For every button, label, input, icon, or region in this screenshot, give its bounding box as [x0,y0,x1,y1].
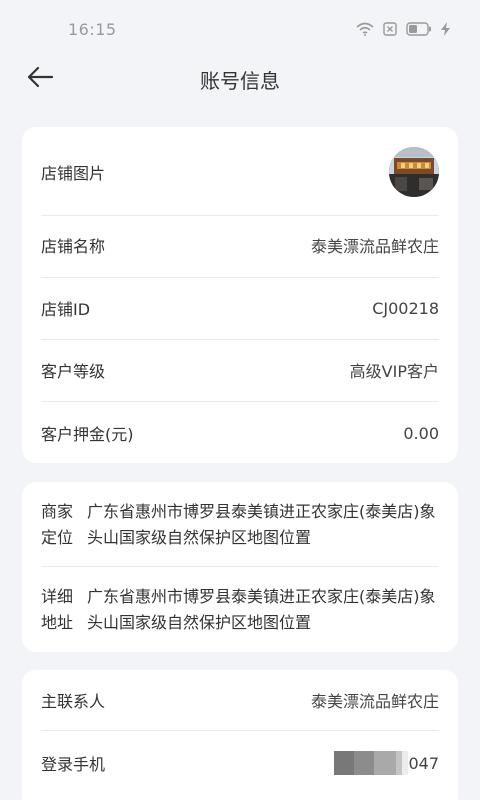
divider [41,277,439,278]
store-name-label: 店铺名称 [41,237,106,256]
store-id-label: 店铺ID [41,300,91,319]
phone-suffix: 047 [408,753,439,773]
detail-address-row[interactable]: 详细地址 广东省惠州市博罗县泰美镇进正农家庄(泰美店)象头山国家级自然保护区地图… [41,584,439,636]
detail-address-value: 广东省惠州市博罗县泰美镇进正农家庄(泰美店)象头山国家级自然保护区地图位置 [87,587,436,632]
divider [41,566,439,567]
contact-card: 主联系人 泰美漂流品鲜农庄 登录手机 047 [22,670,458,800]
deposit-row: 客户押金(元) 0.00 [41,418,439,448]
customer-level-value: 高级VIP客户 [349,362,439,381]
page-title: 账号信息 [200,69,280,93]
battery-icon [406,22,432,36]
account-info-screen: 16:15 账号信息 店铺图片 店铺名称 泰美漂流品鲜农庄 店铺ID CJ002… [0,0,480,800]
customer-level-label: 客户等级 [41,362,106,381]
store-id-value: CJ00218 [372,298,439,318]
store-id-row: 店铺ID CJ00218 [41,293,439,323]
phone-mask [334,751,409,775]
login-phone-label: 登录手机 [41,755,106,774]
store-info-card: 店铺图片 店铺名称 泰美漂流品鲜农庄 店铺ID CJ00218 客户等级 高级V… [22,127,458,463]
location-value: 广东省惠州市博罗县泰美镇进正农家庄(泰美店)象头山国家级自然保护区地图位置 [87,502,436,547]
login-phone-value: 047 [334,751,439,775]
contact-label: 主联系人 [41,692,106,711]
status-time: 16:15 [68,20,117,39]
contact-row: 主联系人 泰美漂流品鲜农庄 [41,685,439,715]
detail-address-label: 详细地址 [41,587,74,632]
customer-level-row: 客户等级 高级VIP客户 [41,355,439,385]
deposit-label: 客户押金(元) [41,425,134,444]
location-row[interactable]: 商家定位 广东省惠州市博罗县泰美镇进正农家庄(泰美店)象头山国家级自然保护区地图… [41,499,439,551]
store-image-label: 店铺图片 [41,164,106,183]
deposit-value: 0.00 [403,423,439,443]
login-phone-row: 登录手机 047 [41,748,439,778]
divider [41,215,439,216]
contact-value: 泰美漂流品鲜农庄 [310,692,439,711]
header: 账号信息 [0,55,480,103]
divider [41,401,439,402]
store-name-row: 店铺名称 泰美漂流品鲜农庄 [41,230,439,260]
charging-icon [441,22,450,36]
sim-disabled-icon [383,22,397,36]
location-label: 商家定位 [41,502,74,547]
store-avatar[interactable] [389,147,439,197]
divider [41,730,439,731]
store-name-value: 泰美漂流品鲜农庄 [310,237,439,256]
status-icons [356,22,450,36]
divider [41,339,439,340]
status-bar: 16:15 [0,0,480,60]
store-image-row[interactable]: 店铺图片 [41,147,439,197]
wifi-icon [356,22,374,36]
address-card: 商家定位 广东省惠州市博罗县泰美镇进正农家庄(泰美店)象头山国家级自然保护区地图… [22,482,458,652]
